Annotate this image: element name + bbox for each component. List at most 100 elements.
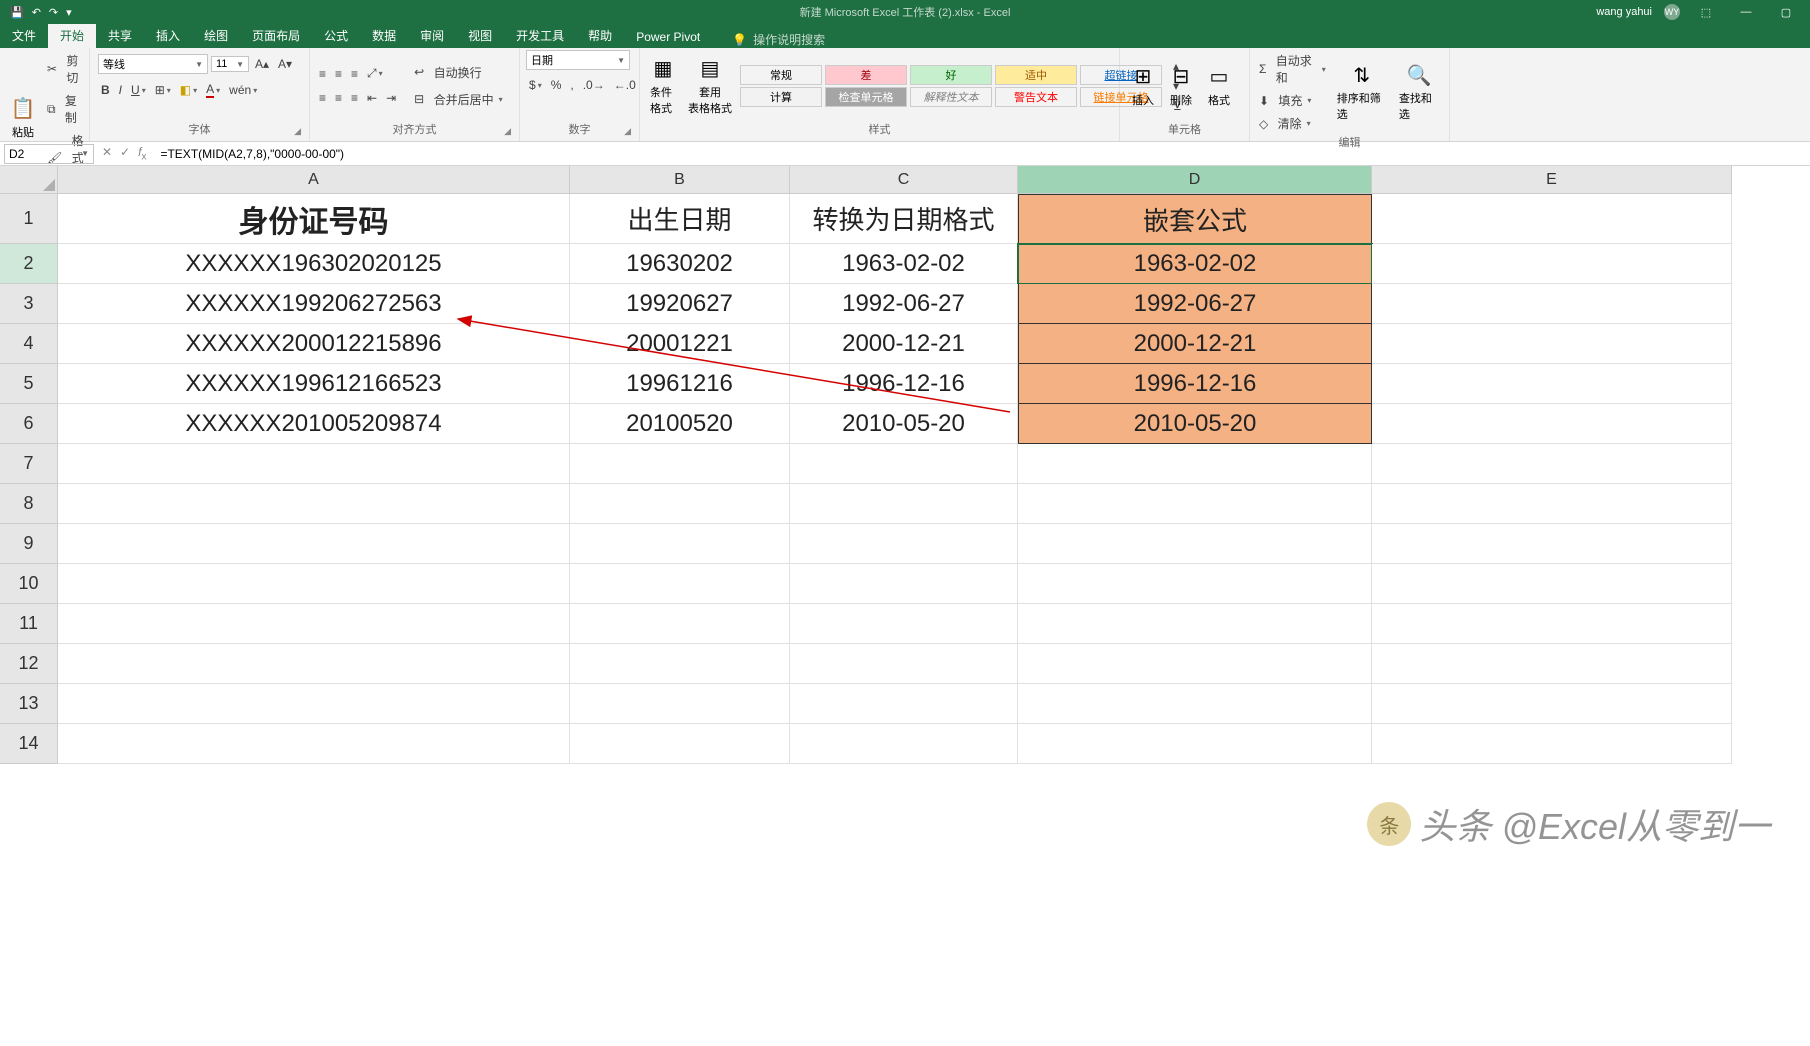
increase-decimal-icon[interactable]: .0→ [580,76,608,94]
align-left-icon[interactable]: ≡ [316,89,329,107]
cell-C2[interactable]: 1963-02-02 [790,244,1018,284]
cell-C1[interactable]: 转换为日期格式 [790,194,1018,244]
cell-E7[interactable] [1372,444,1732,484]
format-as-table-button[interactable]: ▤套用 表格格式 [684,54,736,118]
cell-B7[interactable] [570,444,790,484]
row-header-7[interactable]: 7 [0,444,58,484]
cell-A14[interactable] [58,724,570,764]
fx-icon[interactable]: fx [138,145,146,162]
row-header-12[interactable]: 12 [0,644,58,684]
user-name[interactable]: wang yahui [1596,6,1652,18]
cell-E8[interactable] [1372,484,1732,524]
cell-B1[interactable]: 出生日期 [570,194,790,244]
style-normal[interactable]: 常规 [740,65,822,85]
style-bad[interactable]: 差 [825,65,907,85]
user-avatar[interactable]: WY [1664,4,1680,20]
cell-D14[interactable] [1018,724,1372,764]
tab-powerpivot[interactable]: Power Pivot [624,26,712,48]
clear-button[interactable]: ◇ 清除▾ [1256,113,1329,134]
tab-layout[interactable]: 页面布局 [240,23,312,48]
bold-button[interactable]: B [98,81,113,99]
cell-C10[interactable] [790,564,1018,604]
align-middle-icon[interactable]: ≡ [332,65,345,83]
autosum-button[interactable]: Σ 自动求和▾ [1256,50,1329,88]
cell-B13[interactable] [570,684,790,724]
tab-formulas[interactable]: 公式 [312,23,360,48]
conditional-formatting-button[interactable]: ▦条件格式 [646,54,680,118]
cell-E4[interactable] [1372,324,1732,364]
paste-button[interactable]: 📋 粘贴 [6,94,40,142]
cell-D13[interactable] [1018,684,1372,724]
cell-A4[interactable]: XXXXXX200012215896 [58,324,570,364]
cell-C12[interactable] [790,644,1018,684]
style-neutral[interactable]: 适中 [995,65,1077,85]
cell-A3[interactable]: XXXXXX199206272563 [58,284,570,324]
row-header-13[interactable]: 13 [0,684,58,724]
name-box[interactable]: D2 ▼ [4,144,94,164]
dialog-launcher-icon[interactable]: ◢ [504,126,511,137]
row-header-2[interactable]: 2 [0,244,58,284]
cell-C11[interactable] [790,604,1018,644]
font-color-button[interactable]: A▾ [203,80,223,100]
cell-D11[interactable] [1018,604,1372,644]
cell-E2[interactable] [1372,244,1732,284]
cell-C5[interactable]: 1996-12-16 [790,364,1018,404]
col-header-C[interactable]: C [790,166,1018,194]
cell-B4[interactable]: 20001221 [570,324,790,364]
cell-E9[interactable] [1372,524,1732,564]
cancel-formula-icon[interactable]: ✕ [102,145,112,162]
cell-B11[interactable] [570,604,790,644]
dialog-launcher-icon[interactable]: ◢ [294,126,301,137]
cell-A6[interactable]: XXXXXX201005209874 [58,404,570,444]
cut-button[interactable]: ✂ 剪切 [44,50,87,88]
align-top-icon[interactable]: ≡ [316,65,329,83]
row-header-14[interactable]: 14 [0,724,58,764]
wrap-text-button[interactable]: ↩ 自动换行 [411,62,505,83]
cell-E3[interactable] [1372,284,1732,324]
fill-color-button[interactable]: ◧▾ [177,81,200,99]
row-header-9[interactable]: 9 [0,524,58,564]
delete-cells-button[interactable]: ⊟删除 [1164,62,1198,110]
row-header-8[interactable]: 8 [0,484,58,524]
fill-button[interactable]: ⬇ 填充▾ [1256,90,1329,111]
cell-A1[interactable]: 身份证号码 [58,194,570,244]
dialog-launcher-icon[interactable]: ◢ [624,126,631,137]
cell-B2[interactable]: 19630202 [570,244,790,284]
cell-B9[interactable] [570,524,790,564]
col-header-A[interactable]: A [58,166,570,194]
row-header-10[interactable]: 10 [0,564,58,604]
row-header-6[interactable]: 6 [0,404,58,444]
cell-D10[interactable] [1018,564,1372,604]
tab-share[interactable]: 共享 [96,23,144,48]
merge-center-button[interactable]: ⊟ 合并后居中▾ [411,89,505,110]
cell-A11[interactable] [58,604,570,644]
cell-B14[interactable] [570,724,790,764]
indent-increase-icon[interactable]: ⇥ [383,89,399,107]
cell-E12[interactable] [1372,644,1732,684]
font-size-combo[interactable]: 11▼ [211,56,249,72]
percent-icon[interactable]: % [548,76,565,94]
cell-D6[interactable]: 2010-05-20 [1018,404,1372,444]
cell-C14[interactable] [790,724,1018,764]
cell-A8[interactable] [58,484,570,524]
cell-C3[interactable]: 1992-06-27 [790,284,1018,324]
style-explain[interactable]: 解释性文本 [910,87,992,107]
cell-A5[interactable]: XXXXXX199612166523 [58,364,570,404]
border-button[interactable]: ⊞▾ [152,81,174,99]
cell-D8[interactable] [1018,484,1372,524]
redo-icon[interactable]: ↷ [49,6,58,19]
tab-data[interactable]: 数据 [360,23,408,48]
format-cells-button[interactable]: ▭格式 [1202,62,1236,110]
cell-A9[interactable] [58,524,570,564]
style-warn[interactable]: 警告文本 [995,87,1077,107]
cell-E13[interactable] [1372,684,1732,724]
cell-E11[interactable] [1372,604,1732,644]
minimize-icon[interactable]: — [1732,6,1760,18]
cell-D2[interactable]: 1963-02-02 [1018,244,1372,284]
copy-button[interactable]: ⧉ 复制 [44,90,87,128]
sort-filter-button[interactable]: ⇅排序和筛选 [1333,60,1391,124]
decrease-decimal-icon[interactable]: ←.0 [611,76,639,94]
tab-help[interactable]: 帮助 [576,23,624,48]
qat-more-icon[interactable]: ▾ [66,6,72,19]
maximize-icon[interactable]: ▢ [1772,6,1800,19]
